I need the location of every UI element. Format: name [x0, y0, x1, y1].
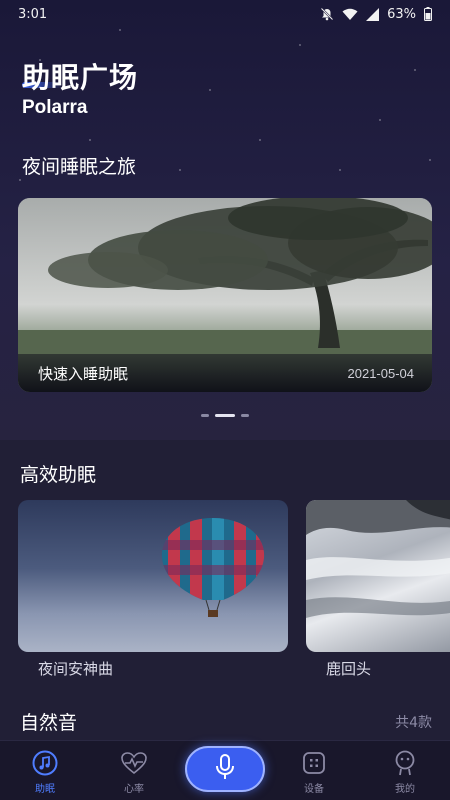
carousel-dot-active[interactable]: [215, 414, 235, 417]
tab-sleep-aid[interactable]: 助眠: [15, 749, 75, 795]
banner-date: 2021-05-04: [347, 365, 415, 381]
voice-button[interactable]: [185, 746, 265, 792]
nature-sounds-count: 共4款: [395, 715, 432, 731]
section-title-text: 夜间睡眠之旅: [22, 156, 137, 178]
status-icons: 63%: [320, 7, 432, 22]
device-icon: [300, 749, 328, 777]
page-title-text: 助眠广场: [22, 61, 139, 94]
card-deer-look-back[interactable]: [306, 500, 450, 652]
wifi-icon: [342, 8, 358, 21]
profile-icon: [391, 749, 419, 777]
banner-title: 快速入睡助眠: [38, 364, 129, 383]
tab-label: 我的: [395, 784, 415, 795]
section-title-nature-sounds: 自然音: [18, 708, 138, 739]
heart-rate-icon: [120, 749, 148, 777]
banner-caption: 快速入睡助眠 2021-05-04: [18, 354, 432, 392]
section-title-text: 自然音: [20, 712, 78, 734]
carousel-dot[interactable]: [201, 414, 209, 417]
battery-icon: [424, 7, 432, 21]
page-subtitle: Polarra: [22, 97, 88, 118]
signal-icon: [366, 7, 380, 21]
status-time: 3:01: [18, 6, 48, 22]
music-note-icon: [31, 749, 59, 777]
card-label: 夜间安神曲: [38, 660, 114, 678]
tab-heart-rate[interactable]: 心率: [104, 749, 164, 795]
section-title-night-journey: 夜间睡眠之旅: [20, 152, 140, 183]
carousel-dot[interactable]: [241, 414, 249, 417]
section-title-efficient-sleep: 高效助眠: [18, 460, 138, 491]
banner-card[interactable]: 快速入睡助眠 2021-05-04: [18, 198, 432, 392]
mute-notifications-icon: [320, 7, 334, 21]
hot-air-balloon-image: [161, 518, 265, 617]
card-night-calm-music[interactable]: [18, 500, 288, 652]
tab-label: 设备: [304, 784, 324, 795]
section-title-text: 高效助眠: [20, 464, 97, 486]
tab-profile[interactable]: 我的: [375, 749, 435, 795]
page-header: 助眠广场 Polarra: [22, 56, 138, 119]
battery-percentage: 63%: [387, 6, 416, 22]
tab-device[interactable]: 设备: [284, 749, 344, 795]
card-label: 鹿回头: [326, 660, 372, 678]
carousel-indicator: [0, 414, 450, 417]
snowy-landscape-image: [306, 500, 450, 618]
tab-label: 心率: [124, 784, 144, 795]
status-bar: 3:01 63%: [0, 0, 450, 28]
microphone-icon: [214, 753, 236, 785]
tab-label: 助眠: [35, 784, 55, 795]
page-title: 助眠广场: [22, 56, 138, 96]
